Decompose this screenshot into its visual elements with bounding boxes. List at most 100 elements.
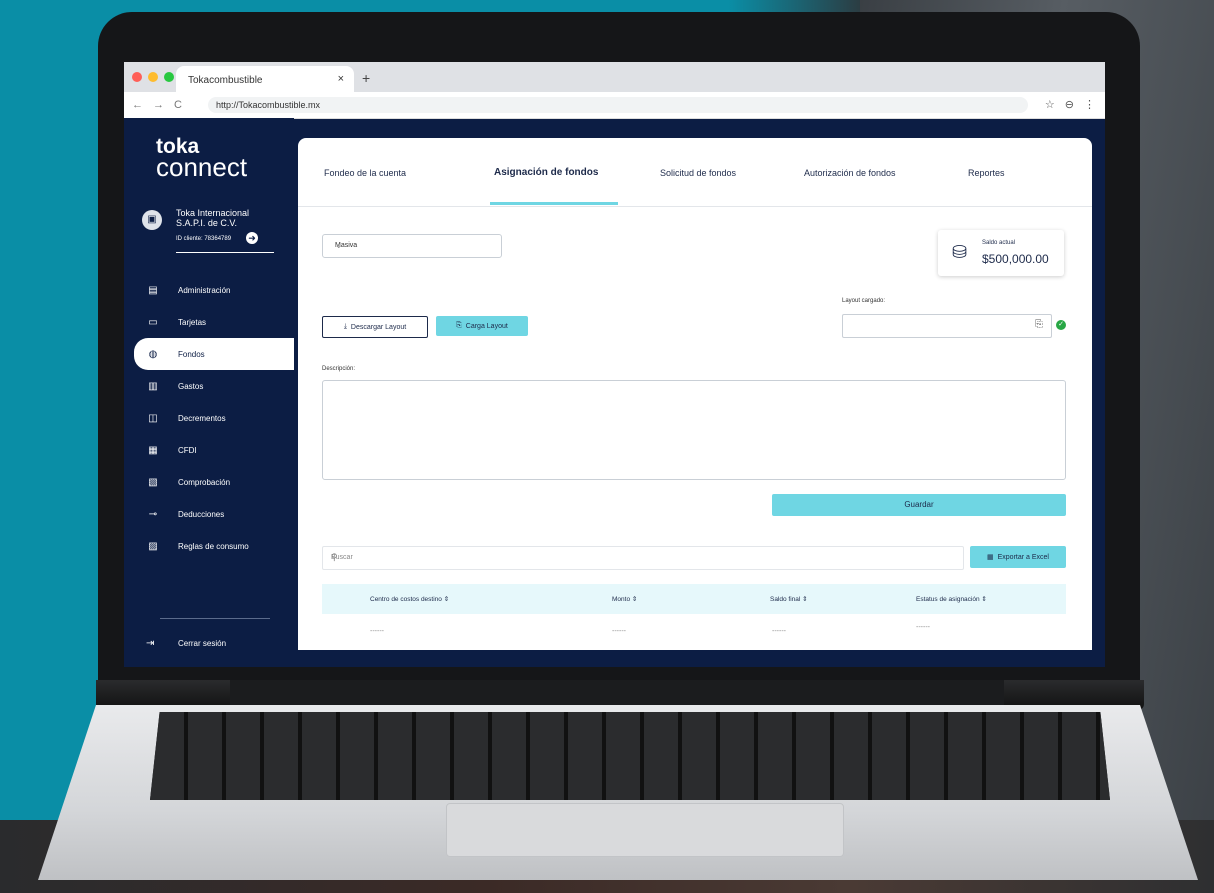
sidebar-item-gastos[interactable]: ▥ Gastos xyxy=(124,370,294,402)
search-input[interactable]: Buscar ⚲ xyxy=(322,546,964,570)
forward-icon[interactable]: → xyxy=(153,99,164,111)
description-label: Descripción: xyxy=(322,366,356,372)
decrease-icon: ◫ xyxy=(148,412,158,424)
sidebar-item-label: Administración xyxy=(178,285,231,295)
company-name: Toka Internacional S.A.P.I. de C.V. xyxy=(176,208,250,228)
browser-tab[interactable]: Tokacombustible × xyxy=(176,66,354,92)
active-tab-underline xyxy=(490,202,618,205)
money-bag-icon: ◍ xyxy=(148,348,158,360)
column-header-label: Estatus de asignación xyxy=(916,596,980,603)
table-header: Centro de costos destino ⇕ Monto ⇕ Saldo… xyxy=(322,584,1066,614)
column-header[interactable]: Monto ⇕ xyxy=(612,595,637,603)
laptop-keyboard xyxy=(150,712,1110,800)
window-controls xyxy=(132,72,174,82)
url-text: http://Tokacombustible.mx xyxy=(216,100,321,110)
sort-icon[interactable]: ⇕ xyxy=(802,596,807,603)
column-header[interactable]: Estatus de asignación ⇕ xyxy=(916,595,987,603)
maximize-window-dot[interactable] xyxy=(164,72,174,82)
address-bar-row: ← → C http://Tokacombustible.mx ☆ ⊖ ⋮ xyxy=(124,92,1105,119)
logo-line2: connect xyxy=(156,152,248,182)
sidebar-item-label: Gastos xyxy=(178,381,204,391)
close-window-dot[interactable] xyxy=(132,72,142,82)
client-id: ID cliente: 78364789 xyxy=(176,236,232,242)
tab-reportes[interactable]: Reportes xyxy=(968,168,1005,178)
sidebar-item-tarjetas[interactable]: ▭ Tarjetas xyxy=(124,306,294,338)
sidebar-item-label: CFDI xyxy=(178,445,197,455)
layout-loaded-field[interactable]: ⎘ xyxy=(842,314,1052,338)
excel-icon: ▦ xyxy=(987,554,994,561)
column-header[interactable]: Saldo final ⇕ xyxy=(770,595,808,603)
download-icon: ⤓ xyxy=(343,323,347,330)
close-tab-icon[interactable]: × xyxy=(338,73,344,85)
upload-layout-button[interactable]: ⎘ Carga Layout xyxy=(436,316,528,336)
sidebar-item-label: Tarjetas xyxy=(178,317,207,327)
new-tab-icon[interactable]: + xyxy=(362,70,370,86)
document-icon: ▦ xyxy=(148,444,158,456)
sidebar-item-deducciones[interactable]: ⊸ Deducciones xyxy=(124,498,294,530)
deduction-icon: ⊸ xyxy=(148,508,158,520)
save-button[interactable]: Guardar xyxy=(772,494,1066,516)
balance-value: $500,000.00 xyxy=(982,252,1049,266)
logout-button[interactable]: ⇥ Cerrar sesión xyxy=(124,638,226,649)
sidebar: toka connect ▣ Toka Internacional S.A.P.… xyxy=(124,118,294,667)
sidebar-item-administracion[interactable]: ▤ Administración xyxy=(124,274,294,306)
logout-label: Cerrar sesión xyxy=(178,639,227,648)
column-header-label: Saldo final xyxy=(770,596,801,603)
url-field[interactable]: http://Tokacombustible.mx xyxy=(208,97,1028,113)
sidebar-item-label: Deducciones xyxy=(178,509,225,519)
browser-tab-bar: Tokacombustible × + xyxy=(124,62,1105,92)
sort-icon[interactable]: ⇕ xyxy=(632,596,637,603)
upload-layout-label: Carga Layout xyxy=(465,322,508,330)
sort-icon[interactable]: ⇕ xyxy=(981,596,986,603)
profile-icon[interactable]: ⊖ xyxy=(1065,98,1074,111)
sidebar-item-decrementos[interactable]: ◫ Decrementos xyxy=(124,402,294,434)
table-cell: ------ xyxy=(370,628,384,635)
sidebar-item-cfdi[interactable]: ▦ CFDI xyxy=(124,434,294,466)
sidebar-item-reglas-de-consumo[interactable]: ▨ Reglas de consumo xyxy=(124,530,294,562)
logout-icon: ⇥ xyxy=(146,638,155,649)
balance-label: Saldo actual xyxy=(982,240,1016,246)
column-header[interactable]: Centro de costos destino ⇕ xyxy=(370,595,449,603)
browser-menu-icon[interactable]: ⋮ xyxy=(1084,98,1095,111)
sidebar-menu: ▤ Administración ▭ Tarjetas ◍ Fondos ▥ Gasto… xyxy=(124,274,294,562)
rules-icon: ▨ xyxy=(148,540,158,552)
table-cell: ------ xyxy=(612,628,626,635)
sidebar-item-label: Comprobación xyxy=(178,477,231,487)
download-layout-label: Descargar Layout xyxy=(350,323,407,331)
assignment-type-select[interactable]: Masiva ⌄ xyxy=(322,234,502,258)
expenses-icon: ▥ xyxy=(148,380,158,392)
reload-icon[interactable]: C xyxy=(174,99,182,111)
company-avatar: ▣ xyxy=(142,210,162,230)
download-layout-button[interactable]: ⤓ Descargar Layout xyxy=(322,316,428,338)
company-arrow-icon[interactable]: ➜ xyxy=(246,232,258,244)
funds-tabs: Fondeo de la cuenta Asignación de fondos… xyxy=(298,138,1092,207)
description-textarea[interactable] xyxy=(322,380,1066,480)
logout-divider xyxy=(160,618,270,619)
toka-connect-logo: toka connect xyxy=(156,136,248,182)
export-excel-button[interactable]: ▦ Exportar a Excel xyxy=(970,546,1066,568)
export-excel-label: Exportar a Excel xyxy=(997,553,1049,561)
back-icon[interactable]: ← xyxy=(132,99,143,111)
table-cell: ------ xyxy=(772,628,786,635)
tab-autorizacion-de-fondos[interactable]: Autorización de fondos xyxy=(804,168,896,178)
search-icon[interactable]: ⚲ xyxy=(331,552,955,563)
chevron-down-icon: ⌄ xyxy=(335,240,343,250)
column-header-label: Monto xyxy=(612,596,631,603)
main-panel: Fondeo de la cuenta Asignación de fondos… xyxy=(298,138,1092,650)
balance-card: ⛁ Saldo actual $500,000.00 xyxy=(938,230,1064,276)
browser-tab-title: Tokacombustible xyxy=(188,75,263,86)
sidebar-item-label: Fondos xyxy=(178,349,205,359)
sidebar-item-fondos[interactable]: ◍ Fondos xyxy=(134,338,294,370)
laptop-screen: Tokacombustible × + ← → C http://Tokacom… xyxy=(124,62,1105,667)
tab-asignacion-de-fondos[interactable]: Asignación de fondos xyxy=(494,167,598,178)
coins-icon: ⛁ xyxy=(952,242,968,262)
sort-icon[interactable]: ⇕ xyxy=(444,596,449,603)
bookmark-star-icon[interactable]: ☆ xyxy=(1045,98,1055,111)
tab-solicitud-de-fondos[interactable]: Solicitud de fondos xyxy=(660,168,736,178)
cards-icon: ▭ xyxy=(148,316,158,328)
minimize-window-dot[interactable] xyxy=(148,72,158,82)
table-cell: ------ xyxy=(916,624,930,631)
sidebar-item-comprobacion[interactable]: ▧ Comprobación xyxy=(124,466,294,498)
tab-fondeo-de-la-cuenta[interactable]: Fondeo de la cuenta xyxy=(324,168,406,178)
file-icon[interactable]: ⎘ xyxy=(1035,319,1043,330)
